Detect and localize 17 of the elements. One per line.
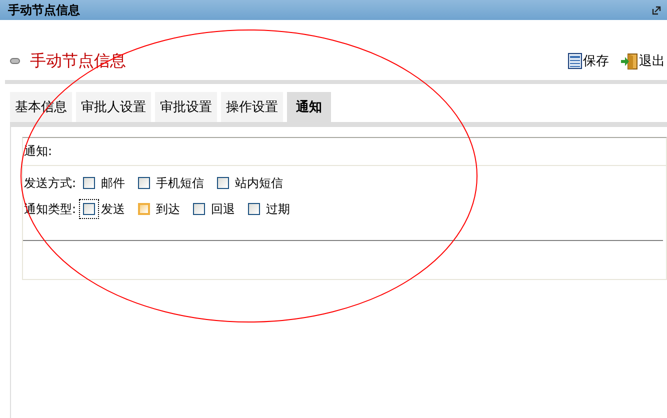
checkbox-option[interactable]: 站内短信 <box>213 173 284 193</box>
checkbox-option[interactable]: 过期 <box>244 199 290 219</box>
exit-button[interactable]: 退出 <box>621 52 665 70</box>
checkbox-option[interactable]: 发送 <box>79 199 126 219</box>
checkbox-option[interactable]: 回退 <box>189 199 236 219</box>
page-title: 手动节点信息 <box>30 50 126 72</box>
tab[interactable]: 审批人设置 <box>76 92 151 122</box>
checkbox-option[interactable]: 手机短信 <box>134 173 204 193</box>
tab[interactable]: 操作设置 <box>221 92 283 122</box>
save-button[interactable]: 保存 <box>568 52 609 70</box>
field-label: 发送方式: <box>24 174 76 192</box>
checkbox-option[interactable]: 到达 <box>134 199 180 219</box>
tab[interactable]: 通知 <box>287 92 331 122</box>
checkbox-option[interactable]: 邮件 <box>79 173 126 193</box>
tab[interactable]: 审批设置 <box>155 92 217 122</box>
window-title: 手动节点信息 <box>8 2 80 18</box>
section-heading: 通知: <box>24 143 52 160</box>
